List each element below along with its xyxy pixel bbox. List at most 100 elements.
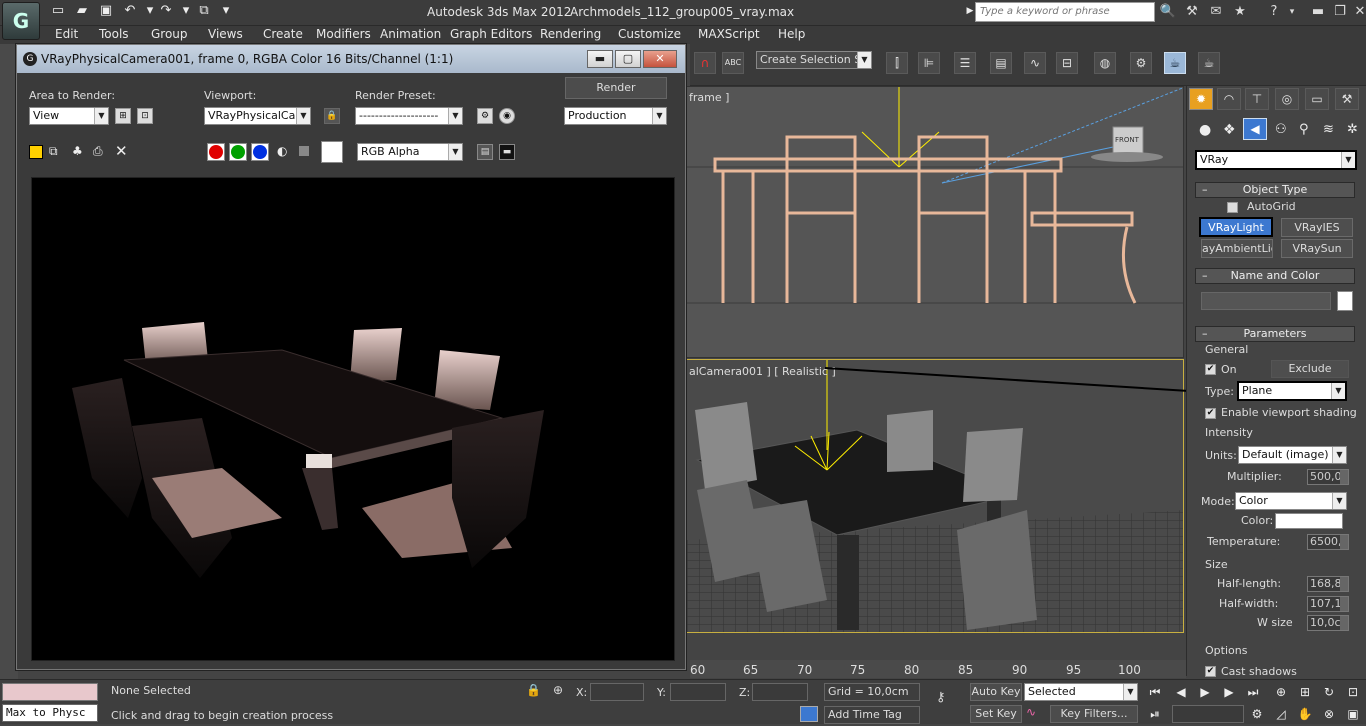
environment-icon[interactable]: ◉ bbox=[499, 108, 515, 124]
timeline-ruler[interactable]: 60 65 70 75 80 85 90 95 100 bbox=[690, 660, 1186, 678]
go-to-end-icon[interactable]: ⏭ bbox=[1244, 683, 1262, 701]
undo-icon[interactable]: ↶ bbox=[122, 3, 138, 19]
snap-magnet-icon[interactable]: ∩ bbox=[694, 52, 716, 74]
save-image-icon[interactable] bbox=[29, 145, 43, 159]
w-size-spinner[interactable]: 10,0cm bbox=[1307, 615, 1349, 631]
save-file-icon[interactable]: ▣ bbox=[98, 3, 114, 19]
curve-editor-icon[interactable]: ∿ bbox=[1024, 52, 1046, 74]
x-coord-field[interactable] bbox=[590, 683, 644, 701]
pan-icon[interactable]: ✋ bbox=[1296, 705, 1314, 723]
menu-customize[interactable]: Customize bbox=[618, 27, 681, 41]
add-time-tag-button[interactable]: Add Time Tag bbox=[824, 706, 920, 724]
red-channel-toggle[interactable] bbox=[207, 143, 225, 161]
previous-frame-icon[interactable]: ◀ bbox=[1172, 683, 1190, 701]
menu-views[interactable]: Views bbox=[208, 27, 243, 41]
lights-icon[interactable]: ◀ bbox=[1243, 118, 1267, 140]
layer-manager-icon[interactable]: ☰ bbox=[954, 52, 976, 74]
shapes-icon[interactable]: ❖ bbox=[1223, 122, 1236, 138]
parameters-rollout-header[interactable]: – Parameters bbox=[1195, 326, 1355, 342]
print-image-icon[interactable]: ⎙ bbox=[93, 144, 103, 159]
render-frame-close-button[interactable]: ✕ bbox=[643, 50, 677, 68]
blue-channel-toggle[interactable] bbox=[251, 143, 269, 161]
render-setup-small-icon[interactable]: ⚙ bbox=[477, 108, 493, 124]
subscription-icon[interactable]: ⚒ bbox=[1182, 3, 1202, 21]
temperature-spinner[interactable]: 6500,0 bbox=[1307, 534, 1349, 550]
on-checkbox[interactable]: ✔ bbox=[1205, 364, 1216, 375]
toggle-ui-overlay-icon[interactable]: ▤ bbox=[477, 144, 493, 160]
category-dropdown[interactable]: VRay ▼ bbox=[1195, 150, 1357, 170]
object-type-rollout-header[interactable]: – Object Type bbox=[1195, 182, 1355, 198]
y-coord-field[interactable] bbox=[670, 683, 726, 701]
viewport-camera-label[interactable]: alCamera001 ] [ Realistic ] bbox=[689, 365, 836, 378]
auto-region-icon[interactable]: ⊡ bbox=[137, 108, 153, 124]
viewport-toggle-icon[interactable]: ▣ bbox=[1344, 705, 1362, 723]
schematic-view-icon[interactable]: ⊟ bbox=[1056, 52, 1078, 74]
units-dropdown[interactable]: Default (image) ▼ bbox=[1238, 446, 1347, 464]
ribbon-toggle-icon[interactable]: ▤ bbox=[990, 52, 1012, 74]
edit-named-selection-icon[interactable]: ABC bbox=[722, 52, 744, 74]
copy-image-icon[interactable]: ⧉ bbox=[49, 144, 58, 159]
toggle-ui-icon[interactable]: ▬ bbox=[499, 144, 515, 160]
autogrid-checkbox[interactable] bbox=[1227, 202, 1238, 213]
menu-help[interactable]: Help bbox=[778, 27, 805, 41]
next-frame-icon[interactable]: ▶ bbox=[1220, 683, 1238, 701]
display-channel-dropdown[interactable]: RGB Alpha ▼ bbox=[357, 143, 463, 161]
viewport-front[interactable]: frame ] FRONT bbox=[686, 86, 1184, 358]
light-type-dropdown[interactable]: Plane ▼ bbox=[1237, 381, 1347, 401]
maxscript-mini-listener[interactable]: Max to Physc bbox=[2, 704, 98, 722]
restore-icon[interactable]: ❐ bbox=[1330, 3, 1350, 21]
viewport-dropdown[interactable]: VRayPhysicalCam ▼ bbox=[204, 107, 311, 125]
minimize-icon[interactable]: ▬ bbox=[1308, 3, 1328, 21]
redo-icon[interactable]: ↷ bbox=[158, 3, 174, 19]
area-to-render-dropdown[interactable]: View ▼ bbox=[29, 107, 109, 125]
material-editor-icon[interactable]: ◍ bbox=[1094, 52, 1116, 74]
render-frame-minimize-button[interactable]: ▬ bbox=[587, 50, 613, 68]
edit-region-icon[interactable]: ⊞ bbox=[115, 108, 131, 124]
motion-tab-icon[interactable]: ◎ bbox=[1275, 88, 1299, 110]
communication-center-icon[interactable]: ✉ bbox=[1206, 3, 1226, 21]
key-mode-dropdown[interactable]: Selected ▼ bbox=[1024, 683, 1138, 701]
quick-access-dropdown-icon[interactable]: ▾ bbox=[218, 3, 234, 19]
multiplier-spinner[interactable]: 500,0 bbox=[1307, 469, 1349, 485]
geometry-icon[interactable]: ● bbox=[1199, 122, 1211, 138]
redo-dropdown-icon[interactable]: ▾ bbox=[178, 3, 194, 19]
helpers-icon[interactable]: ⚲ bbox=[1299, 122, 1309, 137]
new-file-icon[interactable]: ▭ bbox=[50, 3, 66, 19]
maxscript-listener-pink[interactable] bbox=[2, 683, 98, 701]
selection-lock-icon[interactable]: 🔒 bbox=[526, 683, 541, 697]
z-coord-field[interactable] bbox=[752, 683, 808, 701]
light-color-swatch[interactable] bbox=[1275, 513, 1343, 529]
half-width-spinner[interactable]: 107,194c bbox=[1307, 596, 1349, 612]
viewcube-front-label[interactable]: FRONT bbox=[1115, 136, 1139, 144]
set-key-button[interactable]: Set Key bbox=[970, 705, 1022, 723]
modify-tab-icon[interactable]: ◠ bbox=[1217, 88, 1241, 110]
vraysun-button[interactable]: VRaySun bbox=[1281, 239, 1353, 258]
systems-icon[interactable]: ✲ bbox=[1347, 122, 1358, 137]
time-configuration-icon[interactable]: ⚙ bbox=[1248, 705, 1266, 723]
close-icon[interactable]: ✕ bbox=[1350, 3, 1366, 21]
green-channel-toggle[interactable] bbox=[229, 143, 247, 161]
key-filters-button[interactable]: Key Filters... bbox=[1050, 705, 1138, 723]
render-image[interactable] bbox=[31, 177, 675, 661]
vrayies-button[interactable]: VRayIES bbox=[1281, 218, 1353, 237]
key-mode-toggle-icon[interactable]: ⏯ bbox=[1146, 705, 1164, 723]
align-icon[interactable]: ⊫ bbox=[918, 52, 940, 74]
current-frame-field[interactable] bbox=[1172, 705, 1244, 723]
create-tab-icon[interactable]: ✹ bbox=[1189, 88, 1213, 110]
render-setup-icon[interactable]: ⚙ bbox=[1130, 52, 1152, 74]
space-warps-icon[interactable]: ≋ bbox=[1323, 122, 1334, 137]
undo-dropdown-icon[interactable]: ▾ bbox=[142, 3, 158, 19]
menu-graph-editors[interactable]: Graph Editors bbox=[450, 27, 532, 41]
monochrome-icon[interactable] bbox=[299, 146, 309, 156]
cameras-icon[interactable]: ⚇ bbox=[1275, 122, 1287, 137]
viewport-camera[interactable]: alCamera001 ] [ Realistic ] bbox=[686, 359, 1184, 633]
render-button[interactable]: Render bbox=[565, 77, 667, 99]
render-frame-maximize-button[interactable]: ▢ bbox=[615, 50, 641, 68]
orbit-icon[interactable]: ↻ bbox=[1320, 683, 1338, 701]
render-preset-dropdown[interactable]: -------------------- ▼ bbox=[355, 107, 463, 125]
zoom-icon[interactable]: ⊕ bbox=[1272, 683, 1290, 701]
name-color-rollout-header[interactable]: – Name and Color bbox=[1195, 268, 1355, 284]
maximize-viewport-icon[interactable]: ⊡ bbox=[1344, 683, 1362, 701]
zoom-all-icon[interactable]: ⊞ bbox=[1296, 683, 1314, 701]
project-folder-icon[interactable]: ⧉ bbox=[196, 3, 212, 19]
